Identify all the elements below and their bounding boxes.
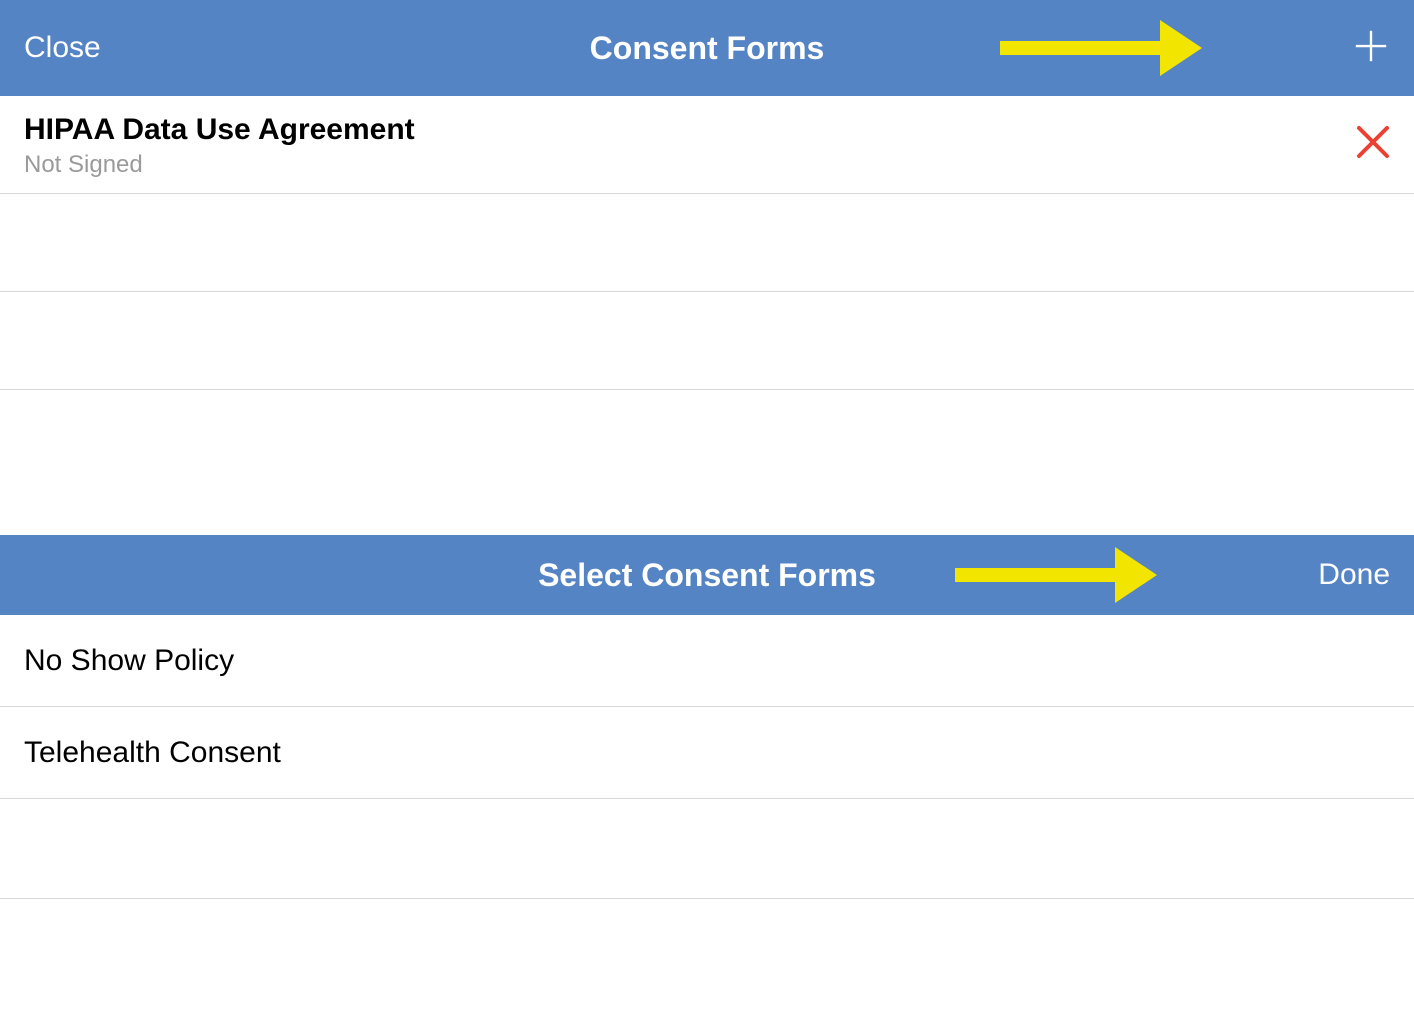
- select-header-title: Select Consent Forms: [538, 557, 876, 594]
- consent-forms-header: Close Consent Forms: [0, 0, 1414, 96]
- form-status: Not Signed: [24, 151, 415, 179]
- annotation-arrow: [955, 547, 1157, 603]
- add-button[interactable]: [1352, 27, 1390, 70]
- select-header: Select Consent Forms Done: [0, 535, 1414, 615]
- empty-row: [0, 292, 1414, 390]
- panel-spacer: [0, 390, 1414, 535]
- select-form-row[interactable]: No Show Policy: [0, 615, 1414, 707]
- form-title: HIPAA Data Use Agreement: [24, 110, 415, 149]
- select-form-title: No Show Policy: [24, 644, 234, 678]
- consent-forms-panel: Close Consent Forms HIPAA Data Use Agree…: [0, 0, 1414, 390]
- consent-form-row[interactable]: HIPAA Data Use Agreement Not Signed: [0, 96, 1414, 194]
- select-form-title: Telehealth Consent: [24, 736, 281, 770]
- empty-row: [0, 799, 1414, 899]
- select-form-row[interactable]: Telehealth Consent: [0, 707, 1414, 799]
- not-signed-x-icon: [1356, 125, 1390, 164]
- annotation-arrow: [1000, 20, 1202, 76]
- row-text: HIPAA Data Use Agreement Not Signed: [24, 110, 415, 179]
- empty-row: [0, 194, 1414, 292]
- plus-icon: [1352, 27, 1390, 70]
- close-button[interactable]: Close: [24, 31, 224, 65]
- done-button[interactable]: Done: [1318, 558, 1390, 592]
- select-consent-forms-panel: Select Consent Forms Done No Show Policy…: [0, 535, 1414, 899]
- header-title: Consent Forms: [590, 30, 825, 67]
